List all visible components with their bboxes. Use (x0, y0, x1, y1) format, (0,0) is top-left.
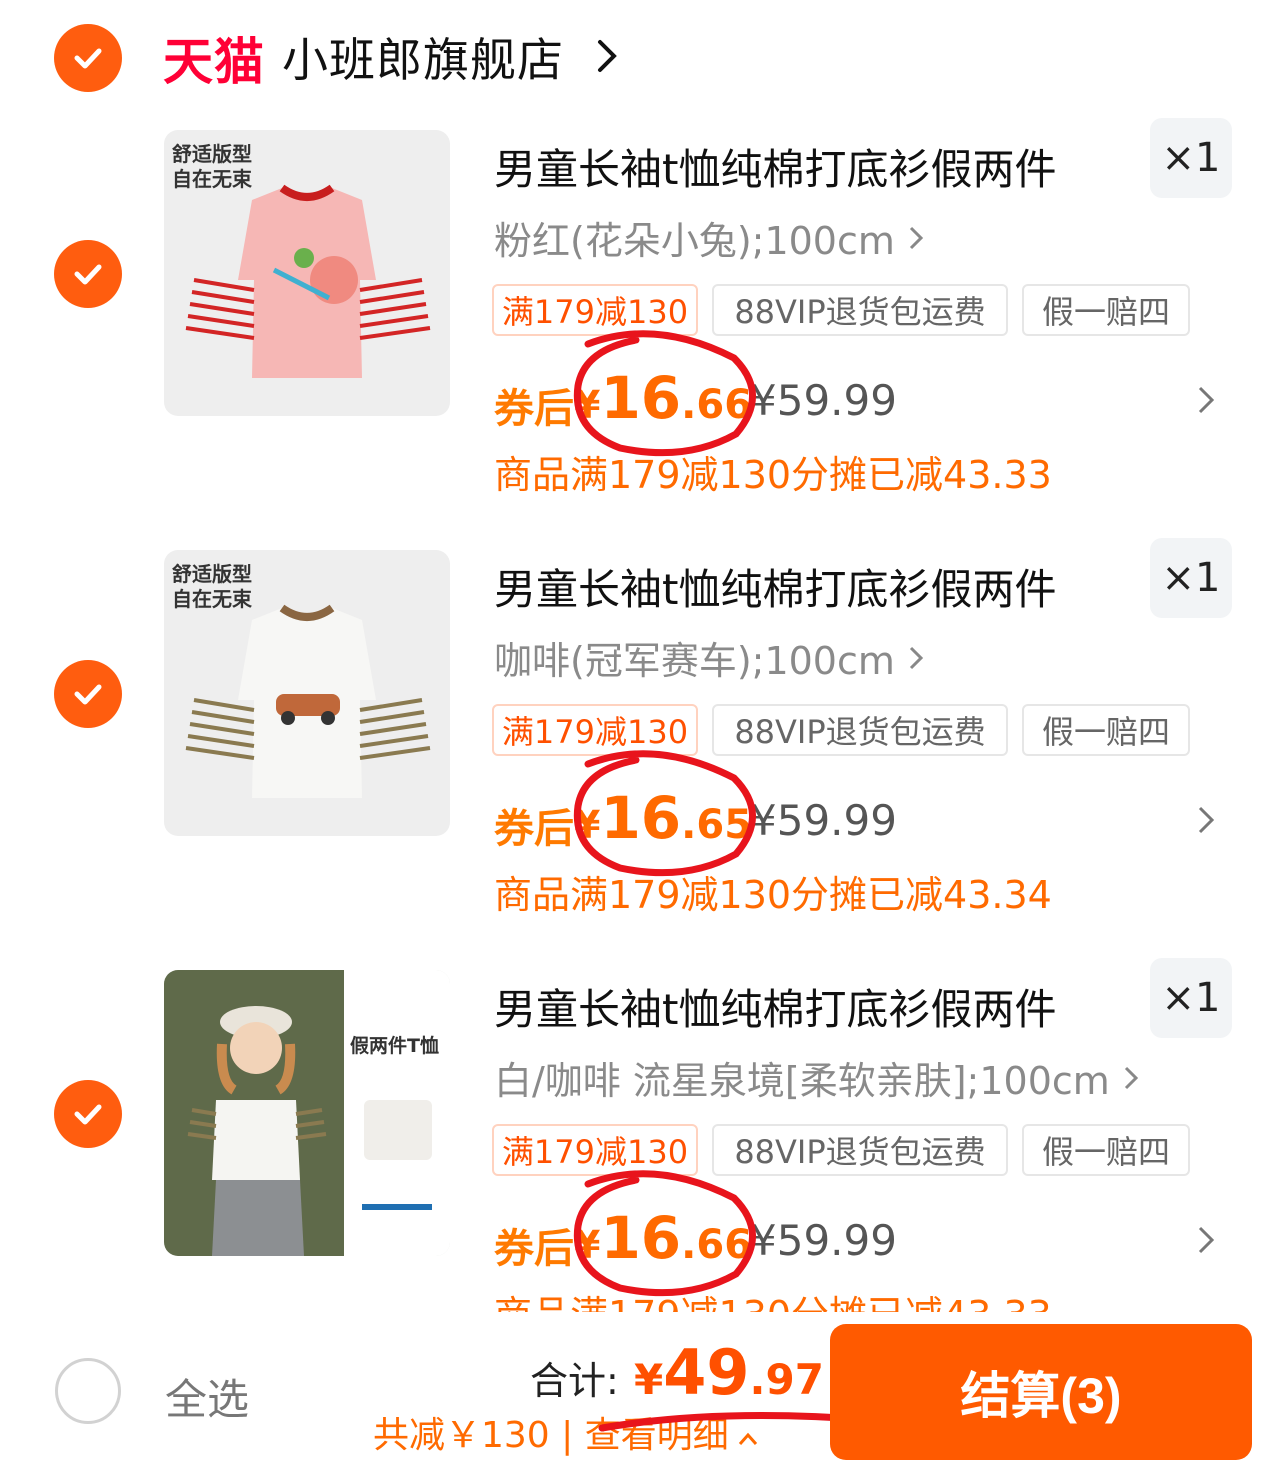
chevron-right-icon (909, 646, 924, 669)
check-icon (74, 1104, 102, 1125)
chevron-right-icon (1124, 1066, 1138, 1089)
guarantee-tag: 假一赔四 (1022, 704, 1190, 756)
product-title[interactable]: 男童长袖t恤纯棉打底衫假两件 (494, 976, 1056, 1037)
child-model-photo (164, 970, 450, 1256)
thumb-tag: 舒适版型 自在无束 (172, 562, 252, 611)
red-circle-annotation (573, 1170, 756, 1297)
sku-label: 白/咖啡 流星泉境[柔软亲肤];100cm (494, 1059, 1110, 1103)
guarantee-tag: 假一赔四 (1022, 1124, 1190, 1176)
chevron-right-icon (909, 226, 924, 249)
guarantee-tag: 假一赔四 (1022, 284, 1190, 336)
coupon-price-label: 券后 (494, 1226, 574, 1272)
thumb-tag: 假两件T恤 (350, 1035, 439, 1057)
sku-selector[interactable]: 咖啡(冠军赛车);100cm (494, 630, 925, 685)
original-price: ¥59.99 (750, 1216, 897, 1265)
item-select-checkbox[interactable] (54, 240, 122, 308)
quantity-selector[interactable]: ×1 (1150, 958, 1232, 1038)
sku-label: 咖啡(冠军赛车);100cm (494, 639, 895, 683)
quantity-selector[interactable]: ×1 (1150, 118, 1232, 198)
chevron-right-icon[interactable] (1196, 804, 1216, 836)
sku-selector[interactable]: 粉红(花朵小兔);100cm (494, 210, 925, 265)
original-price: ¥59.99 (750, 376, 897, 425)
cart-item: 假两件T恤 男童长袖t恤纯棉打底衫假两件 ×1 白/咖啡 流星泉境[柔软亲肤];… (0, 840, 1280, 1337)
checkout-button[interactable]: 结算(3) (830, 1324, 1252, 1460)
product-thumbnail[interactable]: 舒适版型 自在无束 (164, 130, 450, 416)
total-price: ¥49.97 (634, 1336, 824, 1409)
chevron-right-icon[interactable] (1196, 384, 1216, 416)
product-thumbnail[interactable]: 假两件T恤 (164, 970, 450, 1256)
item-select-checkbox[interactable] (54, 660, 122, 728)
item-select-checkbox[interactable] (54, 1080, 122, 1148)
product-title[interactable]: 男童长袖t恤纯棉打底衫假两件 (494, 136, 1056, 197)
chevron-right-icon[interactable] (1196, 1224, 1216, 1256)
cart-item: 舒适版型 自在无束 男童长袖t恤纯棉打底衫假两件 ×1 粉红(花朵小兔);100c… (0, 0, 1280, 497)
original-price: ¥59.99 (750, 796, 897, 845)
product-thumbnail[interactable]: 舒适版型 自在无束 (164, 550, 450, 836)
cart-item: 舒适版型 自在无束 男童长袖t恤纯棉打底衫假两件 ×1 咖啡(冠军赛车);100c… (0, 420, 1280, 917)
check-icon (74, 684, 102, 705)
quantity-selector[interactable]: ×1 (1150, 538, 1232, 618)
check-icon (74, 264, 102, 285)
total-label: 合计: (530, 1359, 619, 1403)
product-title[interactable]: 男童长袖t恤纯棉打底衫假两件 (494, 556, 1056, 617)
checkout-bar: 全选 合计: ¥49.97 共减￥130 | 查看明细 结算(3) (0, 1312, 1280, 1477)
thumb-tag: 舒适版型 自在无束 (172, 142, 252, 191)
sku-label: 粉红(花朵小兔);100cm (494, 219, 895, 263)
sku-selector[interactable]: 白/咖啡 流星泉境[柔软亲肤];100cm (494, 1050, 1140, 1105)
select-all-checkbox[interactable] (55, 1358, 121, 1424)
select-all-label[interactable]: 全选 (165, 1366, 249, 1427)
